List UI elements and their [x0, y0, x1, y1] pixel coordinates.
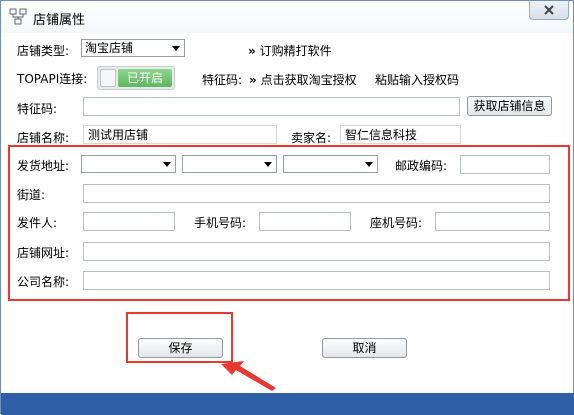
shop-type-select[interactable]: 淘宝店铺: [81, 39, 185, 57]
toggle-knob: [100, 69, 116, 87]
shipping-highlight-box: [8, 145, 570, 301]
shop-name-label: 店铺名称:: [17, 131, 70, 145]
subscribe-link[interactable]: » 订购精打软件: [248, 43, 332, 59]
app-icon: [9, 8, 27, 25]
chevron-down-icon: [172, 46, 180, 51]
seller-name-value: 智仁信息科技: [345, 128, 418, 142]
shop-type-value: 淘宝店铺: [85, 41, 134, 55]
get-auth-link[interactable]: » 点击获取淘宝授权: [249, 72, 357, 88]
seller-name-input[interactable]: 智仁信息科技: [340, 125, 461, 144]
toggle-status: 已开启: [118, 69, 172, 87]
shop-name-input[interactable]: 测试用店铺: [83, 125, 277, 144]
shop-name-value: 测试用店铺: [88, 128, 149, 142]
cancel-button[interactable]: 取消: [322, 338, 407, 358]
topapi-toggle[interactable]: 已开启: [97, 66, 175, 90]
close-icon: [544, 5, 554, 15]
feature-code-input[interactable]: [83, 97, 460, 116]
close-button[interactable]: [529, 1, 569, 20]
feature-code-field-label: 特征码:: [17, 102, 58, 116]
feature-code-label: 特征码:: [202, 73, 243, 87]
title-bar: 店铺属性: [1, 1, 573, 33]
get-auth-link-label: 点击获取淘宝授权: [260, 73, 357, 87]
window-title: 店铺属性: [33, 13, 86, 28]
shop-type-label: 店铺类型:: [17, 44, 70, 58]
seller-name-label: 卖家名:: [291, 131, 332, 145]
subscribe-link-label: 订购精打软件: [259, 44, 332, 58]
bottom-bar: [1, 393, 574, 415]
double-chevron-icon: »: [249, 73, 257, 87]
paste-auth-link[interactable]: 粘贴输入授权码: [375, 72, 459, 88]
pointer-arrow-icon: [221, 361, 276, 391]
shop-properties-window: 店铺属性 店铺类型: 淘宝店铺 » 订购精打软件 TOPAPI连接: 已开启 特…: [0, 0, 574, 415]
topapi-label: TOPAPI连接:: [17, 72, 88, 86]
double-chevron-icon: »: [248, 44, 256, 58]
fetch-shop-info-button[interactable]: 获取店铺信息: [467, 96, 552, 116]
